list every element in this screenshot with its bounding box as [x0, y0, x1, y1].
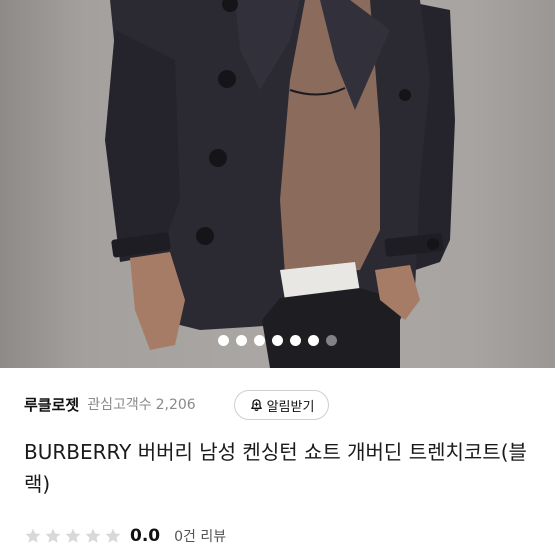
- bell-plus-icon: [250, 398, 262, 411]
- seller-row: 루클로젯 관심고객수 2,206: [24, 390, 196, 418]
- seller-name[interactable]: 루클로젯: [24, 394, 79, 415]
- star-empty-icon: [45, 528, 61, 543]
- rating-stars: [24, 527, 122, 545]
- followers-label: 관심고객수: [87, 397, 152, 413]
- product-title: BURBERRY 버버리 남성 켄싱턴 쇼트 개버딘 트렌치코트(블랙): [24, 440, 527, 496]
- gallery-dot-3[interactable]: [254, 335, 265, 346]
- rating-score: 0.0: [130, 526, 161, 546]
- gallery-pagination: [0, 335, 555, 349]
- alert-subscribe-button[interactable]: 알림받기: [234, 390, 329, 420]
- product-image-gallery[interactable]: [0, 0, 555, 368]
- followers-count: 2,206: [155, 397, 196, 413]
- rating-row[interactable]: 0.0 0건 리뷰: [24, 525, 226, 547]
- review-count-link[interactable]: 0건 리뷰: [174, 526, 226, 546]
- alert-button-label: 알림받기: [266, 399, 315, 415]
- gallery-dot-4[interactable]: [272, 335, 283, 346]
- star-empty-icon: [85, 528, 101, 543]
- star-empty-icon: [65, 528, 81, 543]
- product-info: 루클로젯 관심고객수 2,206 알림받기 BURBERRY 버버리 남성 켄싱턴…: [0, 368, 555, 555]
- product-photo: [105, 0, 455, 368]
- gallery-dot-7[interactable]: [326, 335, 337, 346]
- gallery-dot-6[interactable]: [308, 335, 319, 346]
- gallery-dot-2[interactable]: [236, 335, 247, 346]
- gallery-dot-1[interactable]: [218, 335, 229, 346]
- followers-info: 관심고객수 2,206: [87, 394, 196, 414]
- star-empty-icon: [105, 528, 121, 543]
- gallery-dot-5[interactable]: [290, 335, 301, 346]
- star-empty-icon: [25, 528, 41, 543]
